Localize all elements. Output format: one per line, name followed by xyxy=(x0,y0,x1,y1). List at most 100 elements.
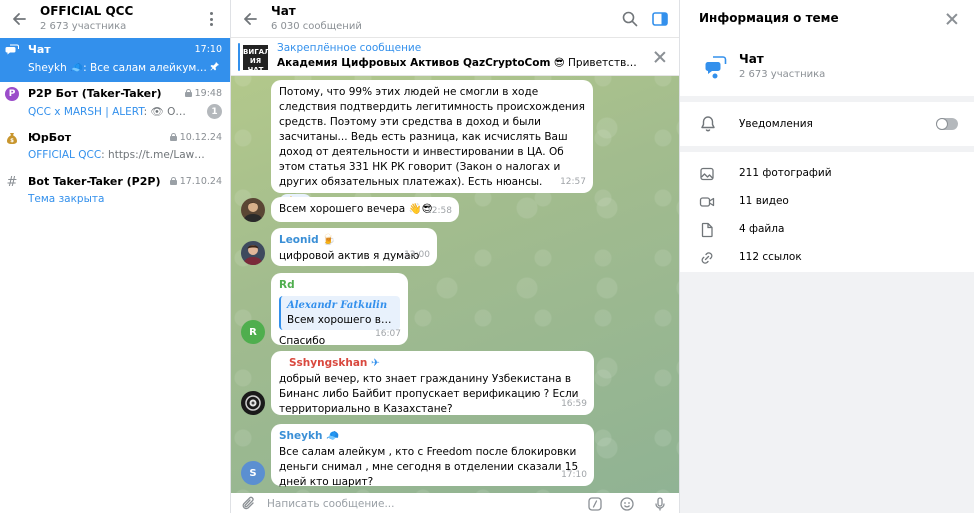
pin-icon xyxy=(210,61,220,71)
message-time: 13:00 xyxy=(404,250,430,260)
hashtag-icon: # xyxy=(6,174,18,190)
topic-time: 17.10.24 xyxy=(169,176,222,187)
message-text: добрый вечер, кто знает гражданину Узбек… xyxy=(279,373,579,415)
close-panel-icon[interactable] xyxy=(945,12,959,26)
message-author[interactable]: Sheykh 🧢 xyxy=(279,429,586,444)
message-input[interactable] xyxy=(267,495,547,512)
chat-view: Чат 6 030 сообщений ВИГАЛ ИЯ ЧАТ ВИ Закр… xyxy=(231,0,679,513)
group-title[interactable]: OFFICIAL QCC xyxy=(40,4,133,18)
lock-icon xyxy=(184,89,192,97)
info-header: Информация о теме xyxy=(680,0,974,38)
topic-letter-icon: P xyxy=(5,87,19,101)
sidebar-toggle-icon[interactable] xyxy=(651,10,669,28)
lock-icon xyxy=(169,177,177,185)
topic-last-message: Sheykh 🧢: Все салам алейкум , кто ... xyxy=(28,61,208,74)
topic-item-bot-taker[interactable]: # Bot Taker-Taker (P2P) 17.10.24 Тема за… xyxy=(0,170,230,214)
money-bag-icon: $ xyxy=(5,131,19,145)
pinned-indicator xyxy=(238,43,240,71)
message-time: 12:57 xyxy=(560,177,586,187)
message-bubble[interactable]: Sshyngskhan ✈ добрый вечер, кто знает гр… xyxy=(271,351,594,415)
pinned-label: Закреплённое сообщение xyxy=(277,42,422,54)
topic-item-yurbot[interactable]: $ ЮрБот 10.12.24 OFFICIAL QCC: https://t… xyxy=(0,126,230,170)
topics-panel: OFFICIAL QCC 2 673 участника Чат 17:10 S… xyxy=(0,0,231,513)
attach-icon[interactable] xyxy=(241,496,257,512)
chat-header: Чат 6 030 сообщений xyxy=(231,0,679,38)
avatar[interactable]: R xyxy=(241,320,265,344)
message-bubble[interactable]: Sheykh 🧢 Все салам алейкум , кто с Freed… xyxy=(271,424,594,488)
telegram-icon: ✈ xyxy=(371,357,380,369)
close-pinned-icon[interactable] xyxy=(653,50,667,64)
link-icon xyxy=(699,250,715,266)
info-title: Информация о теме xyxy=(699,11,839,25)
topic-summary: Чат 2 673 участника xyxy=(680,38,974,96)
message-text: Все салам алейкум , кто с Freedom после … xyxy=(279,446,579,488)
topic-time: 17:10 xyxy=(194,44,222,55)
topic-name: ЮрБот xyxy=(28,131,72,144)
media-label: 4 файла xyxy=(739,223,785,235)
lock-icon xyxy=(169,133,177,141)
message-author[interactable]: Rd xyxy=(279,278,400,293)
avatar[interactable]: S xyxy=(241,461,265,485)
topic-last-message: QCC x MARSH | ALERT: 👁 Обнаруж... xyxy=(28,105,190,118)
more-options-icon[interactable] xyxy=(204,10,218,28)
back-arrow-icon[interactable] xyxy=(8,8,30,30)
notifications-label: Уведомления xyxy=(739,118,813,130)
media-row-links[interactable]: 112 ссылок xyxy=(680,244,974,272)
search-icon[interactable] xyxy=(621,10,639,28)
topic-item-chat[interactable]: Чат 17:10 Sheykh 🧢: Все салам алейкум , … xyxy=(0,38,230,82)
notifications-row[interactable]: Уведомления xyxy=(680,102,974,146)
topic-name: P2P Бот (Taker-Taker) xyxy=(28,87,162,100)
topic-info-panel: Информация о теме Чат 2 673 участника Ув… xyxy=(679,0,974,513)
topic-closed-label: Тема закрыта xyxy=(28,193,105,205)
topic-time: 10.12.24 xyxy=(169,132,222,143)
group-header: OFFICIAL QCC 2 673 участника xyxy=(0,0,230,38)
back-arrow-icon[interactable] xyxy=(239,8,261,30)
message-time: 12:58 xyxy=(426,206,452,216)
sender-emoji: 🧢 xyxy=(70,62,84,74)
emoji-icon[interactable] xyxy=(619,496,635,512)
svg-text:$: $ xyxy=(10,138,14,144)
quote-author: Alexandr Fatkulin xyxy=(287,300,388,311)
message-author[interactable]: Sshyngskhan ✈ xyxy=(279,356,586,371)
pinned-thumbnail: ВИГАЛ ИЯ ЧАТ ВИ xyxy=(243,45,268,70)
media-row-files[interactable]: 4 файла xyxy=(680,216,974,244)
reply-quote[interactable]: Alexandr Fatkulin Всем хорошего вече... xyxy=(279,296,400,330)
chat-bubbles-icon xyxy=(5,43,19,57)
notifications-toggle[interactable] xyxy=(936,118,958,130)
message-bubble[interactable]: Rd Alexandr Fatkulin Всем хорошего вече.… xyxy=(271,273,408,347)
topic-last-text: : Все салам алейкум , кто ... xyxy=(83,62,208,74)
topic-item-p2p-bot[interactable]: P P2P Бот (Taker-Taker) 19:48 QCC x MARS… xyxy=(0,82,230,126)
unread-badge: 1 xyxy=(207,104,222,119)
topic-last-text: : 👁 Обнаруж... xyxy=(143,106,190,118)
bell-icon xyxy=(699,115,717,133)
media-row-videos[interactable]: 11 видео xyxy=(680,188,974,216)
avatar[interactable] xyxy=(241,241,265,265)
message-composer xyxy=(231,493,679,513)
avatar[interactable] xyxy=(241,391,265,415)
chat-bubbles-icon xyxy=(705,54,727,80)
chat-message-count: 6 030 сообщений xyxy=(271,21,362,32)
topic-last-message: OFFICIAL QCC: https://t.me/LawyerCrypt..… xyxy=(28,149,208,161)
file-icon xyxy=(699,222,715,238)
shared-media-list: 211 фотографий 11 видео 4 файла 112 ссыл… xyxy=(680,152,974,272)
media-label: 211 фотографий xyxy=(739,167,832,179)
pinned-message-bar[interactable]: ВИГАЛ ИЯ ЧАТ ВИ Закреплённое сообщение А… xyxy=(231,38,679,76)
media-row-photos[interactable]: 211 фотографий xyxy=(680,160,974,188)
message-bubble[interactable]: Потому, что 99% этих людей не смогли в х… xyxy=(271,80,593,211)
message-bubble[interactable]: Leonid 🍺 цифровой актив я думаю 13:00 xyxy=(271,228,437,266)
message-time: 16:07 xyxy=(375,329,401,339)
topic-members-count: 2 673 участника xyxy=(739,69,826,80)
message-bubble[interactable]: Всем хорошего вечера 👋😎 12:58 xyxy=(271,197,459,222)
photo-icon xyxy=(699,166,715,182)
topic-last-text: : https://t.me/LawyerCrypt... xyxy=(101,149,208,161)
message-time: 17:10 xyxy=(561,470,587,480)
topic-last-sender: OFFICIAL QCC xyxy=(28,149,102,161)
topic-name: Чат xyxy=(28,43,51,56)
commands-icon[interactable] xyxy=(587,496,603,512)
topic-last-message: Тема закрыта xyxy=(28,193,208,205)
chat-title[interactable]: Чат xyxy=(271,4,296,18)
microphone-icon[interactable] xyxy=(652,496,668,512)
message-author[interactable]: Leonid 🍺 xyxy=(279,233,429,248)
avatar[interactable] xyxy=(241,198,265,222)
message-time: 16:59 xyxy=(561,399,587,409)
